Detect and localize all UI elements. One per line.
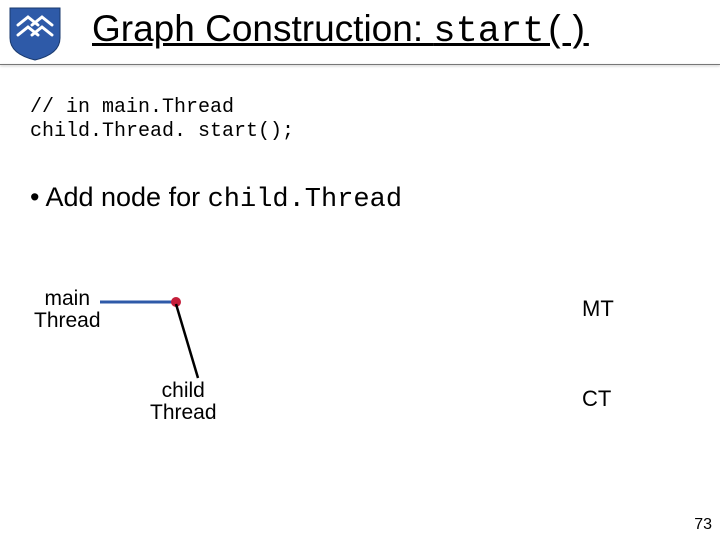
bullet-text: • Add node for [30, 182, 208, 212]
code-line-1: // in main.Thread [30, 96, 720, 120]
main-label-line2: Thread [34, 310, 101, 332]
header-divider [0, 64, 720, 65]
slide-title: Graph Construction: start() [92, 8, 589, 53]
main-label-line1: main [34, 288, 101, 310]
bullet-point: • Add node for child.Thread [30, 182, 720, 215]
title-text: Graph Construction: [92, 8, 433, 49]
child-label-line2: Thread [150, 402, 217, 424]
child-thread-label: child Thread [150, 380, 217, 424]
thread-diagram: main Thread child Thread MT CT [0, 270, 720, 490]
bullet-code: child.Thread [208, 185, 402, 215]
mt-label: MT [582, 296, 614, 322]
shield-logo-icon [6, 4, 64, 62]
slide-header: Graph Construction: start() [0, 0, 720, 72]
main-thread-label: main Thread [34, 288, 101, 332]
page-number: 73 [694, 516, 712, 534]
title-code: start() [433, 11, 588, 53]
spawn-edge-line [176, 304, 198, 378]
ct-label: CT [582, 386, 611, 412]
code-line-2: child.Thread. start(); [30, 120, 720, 144]
code-snippet: // in main.Thread child.Thread. start(); [30, 96, 720, 144]
child-label-line1: child [150, 380, 217, 402]
